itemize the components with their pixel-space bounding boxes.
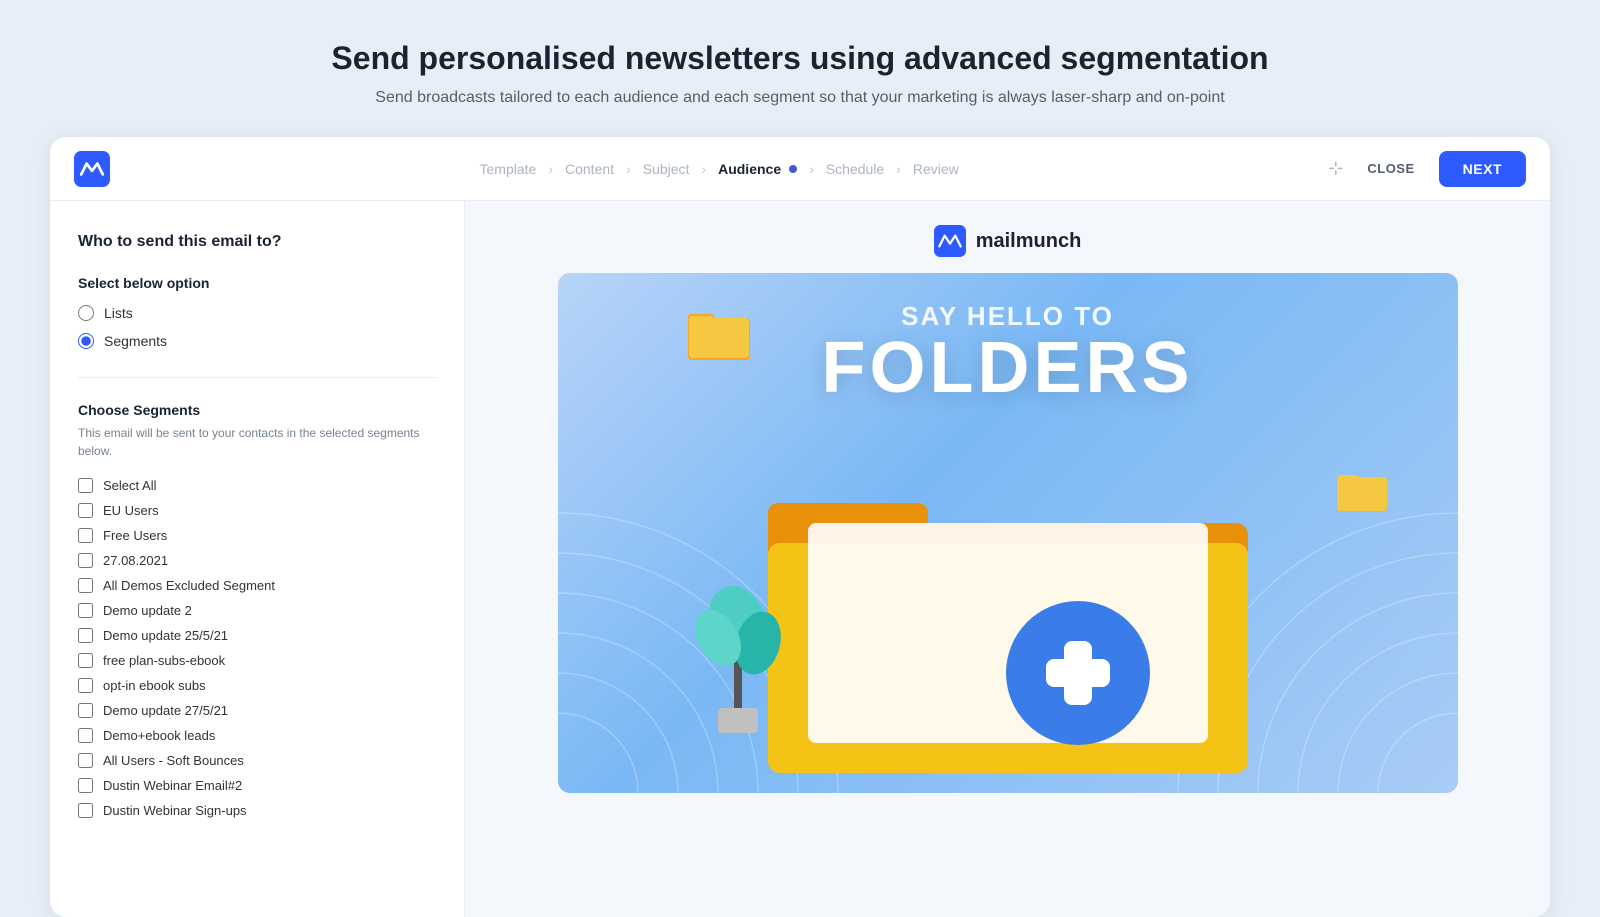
checkbox-all-demos-excluded-label: All Demos Excluded Segment — [103, 578, 275, 593]
checkbox-all-demos-excluded[interactable]: All Demos Excluded Segment — [78, 578, 436, 593]
checkbox-opt-in-ebook-subs[interactable]: opt-in ebook subs — [78, 678, 436, 693]
checkbox-dustin-webinar-signups-input[interactable] — [78, 803, 93, 818]
chevron-icon-4: › — [809, 161, 814, 177]
checkbox-demo-ebook-leads-label: Demo+ebook leads — [103, 728, 215, 743]
nav-steps: Template › Content › Subject › Audience … — [110, 161, 1328, 177]
choose-segments-desc: This email will be sent to your contacts… — [78, 424, 436, 460]
chevron-icon-3: › — [701, 161, 706, 177]
checkbox-list: Select All EU Users Free Users 27.08.202… — [78, 478, 436, 818]
checkbox-free-users-label: Free Users — [103, 528, 167, 543]
checkbox-demo-update-27521-label: Demo update 27/5/21 — [103, 703, 228, 718]
left-panel-heading: Who to send this email to? — [78, 233, 436, 251]
radio-lists[interactable]: Lists — [78, 305, 436, 321]
checkbox-demo-update-2-input[interactable] — [78, 603, 93, 618]
checkbox-demo-update-2-label: Demo update 2 — [103, 603, 192, 618]
checkbox-demo-update-25521-input[interactable] — [78, 628, 93, 643]
radio-segments-label: Segments — [104, 333, 167, 349]
small-folder-left-icon — [688, 308, 750, 360]
checkbox-demo-update-27521[interactable]: Demo update 27/5/21 — [78, 703, 436, 718]
checkbox-free-users[interactable]: Free Users — [78, 528, 436, 543]
chevron-icon-2: › — [626, 161, 631, 177]
next-button[interactable]: NEXT — [1439, 151, 1526, 187]
checkbox-eu-users-input[interactable] — [78, 503, 93, 518]
checkbox-date[interactable]: 27.08.2021 — [78, 553, 436, 568]
checkbox-dustin-webinar-signups[interactable]: Dustin Webinar Sign-ups — [78, 803, 436, 818]
active-dot — [789, 165, 797, 173]
checkbox-demo-ebook-leads-input[interactable] — [78, 728, 93, 743]
select-option-label: Select below option — [78, 275, 436, 291]
plant-decoration-icon — [688, 573, 788, 733]
checkbox-dustin-webinar-email2-input[interactable] — [78, 778, 93, 793]
nav-step-content[interactable]: Content — [565, 161, 614, 177]
nav-step-template[interactable]: Template — [480, 161, 537, 177]
checkbox-dustin-webinar-email2[interactable]: Dustin Webinar Email#2 — [78, 778, 436, 793]
checkbox-all-users-soft-bounces-input[interactable] — [78, 753, 93, 768]
close-button[interactable]: CLOSE — [1359, 155, 1422, 182]
checkbox-select-all[interactable]: Select All — [78, 478, 436, 493]
nav-step-schedule[interactable]: Schedule — [826, 161, 884, 177]
page-header: Send personalised newsletters using adva… — [0, 0, 1600, 137]
small-folder-right-icon — [1336, 468, 1388, 512]
content-area: Who to send this email to? Select below … — [50, 201, 1550, 917]
page-subtitle: Send broadcasts tailored to each audienc… — [20, 89, 1580, 107]
checkbox-select-all-label: Select All — [103, 478, 156, 493]
nav-step-audience[interactable]: Audience — [718, 161, 797, 177]
nav-bar: Template › Content › Subject › Audience … — [50, 137, 1550, 201]
checkbox-date-input[interactable] — [78, 553, 93, 568]
checkbox-demo-update-25521-label: Demo update 25/5/21 — [103, 628, 228, 643]
right-panel: mailmunch — [465, 201, 1550, 917]
checkbox-opt-in-ebook-subs-label: opt-in ebook subs — [103, 678, 206, 693]
chevron-icon-1: › — [548, 161, 553, 177]
checkbox-demo-ebook-leads[interactable]: Demo+ebook leads — [78, 728, 436, 743]
left-panel: Who to send this email to? Select below … — [50, 201, 465, 917]
radio-lists-label: Lists — [104, 305, 133, 321]
nav-actions: ⊹ CLOSE NEXT — [1328, 151, 1526, 187]
choose-segments-title: Choose Segments — [78, 402, 436, 418]
folders-big-text: FOLDERS — [821, 332, 1193, 404]
folder-text-area: SAY HELLO TO FOLDERS — [821, 301, 1193, 404]
radio-lists-input[interactable] — [78, 305, 94, 321]
checkbox-dustin-webinar-email2-label: Dustin Webinar Email#2 — [103, 778, 242, 793]
checkbox-free-plan-subs-ebook-label: free plan-subs-ebook — [103, 653, 225, 668]
radio-segments-input[interactable] — [78, 333, 94, 349]
checkbox-select-all-input[interactable] — [78, 478, 93, 493]
main-card: Template › Content › Subject › Audience … — [50, 137, 1550, 917]
checkbox-eu-users[interactable]: EU Users — [78, 503, 436, 518]
checkbox-dustin-webinar-signups-label: Dustin Webinar Sign-ups — [103, 803, 247, 818]
expand-icon[interactable]: ⊹ — [1328, 158, 1343, 179]
checkbox-opt-in-ebook-subs-input[interactable] — [78, 678, 93, 693]
checkbox-eu-users-label: EU Users — [103, 503, 159, 518]
checkbox-all-users-soft-bounces[interactable]: All Users - Soft Bounces — [78, 753, 436, 768]
preview-image: SAY HELLO TO FOLDERS — [558, 273, 1458, 793]
preview-logo: mailmunch — [934, 225, 1082, 257]
page-title: Send personalised newsletters using adva… — [20, 40, 1580, 77]
checkbox-all-demos-excluded-input[interactable] — [78, 578, 93, 593]
checkbox-free-plan-subs-ebook-input[interactable] — [78, 653, 93, 668]
checkbox-demo-update-27521-input[interactable] — [78, 703, 93, 718]
logo-icon — [74, 151, 110, 187]
checkbox-demo-update-25521[interactable]: Demo update 25/5/21 — [78, 628, 436, 643]
preview-logo-text: mailmunch — [976, 230, 1082, 253]
chevron-icon-5: › — [896, 161, 901, 177]
radio-group: Lists Segments — [78, 305, 436, 349]
mailmunch-logo-icon — [934, 225, 966, 257]
checkbox-free-users-input[interactable] — [78, 528, 93, 543]
nav-step-review[interactable]: Review — [913, 161, 959, 177]
checkbox-free-plan-subs-ebook[interactable]: free plan-subs-ebook — [78, 653, 436, 668]
main-folder-icon — [748, 463, 1268, 783]
divider — [78, 377, 436, 378]
nav-step-subject[interactable]: Subject — [643, 161, 690, 177]
checkbox-date-label: 27.08.2021 — [103, 553, 168, 568]
checkbox-demo-update-2[interactable]: Demo update 2 — [78, 603, 436, 618]
radio-segments[interactable]: Segments — [78, 333, 436, 349]
checkbox-all-users-soft-bounces-label: All Users - Soft Bounces — [103, 753, 244, 768]
